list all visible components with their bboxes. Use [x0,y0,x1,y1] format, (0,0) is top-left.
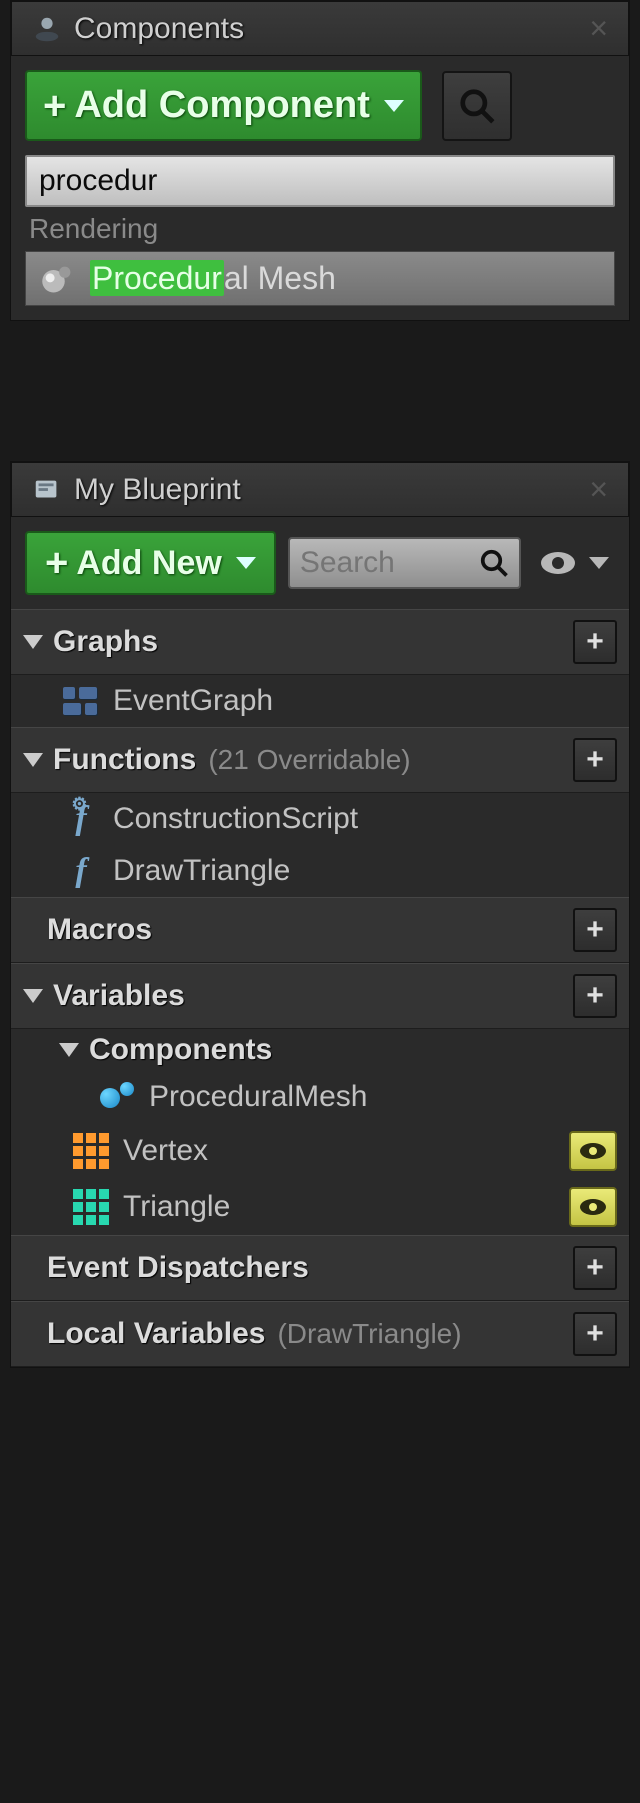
item-vertex-label: Vertex [123,1134,208,1168]
myblueprint-search[interactable] [288,537,521,589]
components-tab[interactable]: Components × [11,1,629,56]
myblueprint-tab-bar: My Blueprint × [11,462,629,517]
add-new-label: Add New [76,544,221,583]
array-icon [73,1189,109,1225]
section-variables-title: Variables [53,979,185,1013]
expand-icon [23,989,43,1003]
section-local-variables-title: Local Variables [47,1317,265,1351]
item-triangle-label: Triangle [123,1190,230,1224]
components-tab-title: Components [74,12,244,46]
item-proceduralmesh[interactable]: ProceduralMesh [11,1071,629,1123]
category-rendering: Rendering [25,207,615,251]
myblueprint-panel: My Blueprint × + Add New Graphs + [10,461,630,1368]
blueprint-icon [32,475,62,505]
view-options-button[interactable] [533,550,615,576]
myblueprint-toolbar: + Add New [11,517,629,609]
components-search-button[interactable] [442,71,512,141]
section-graphs-title: Graphs [53,625,158,659]
section-macros[interactable]: Macros + [11,897,629,963]
chevron-down-icon [384,100,404,112]
add-new-button[interactable]: + Add New [25,531,276,595]
section-macros-title: Macros [47,913,152,947]
expand-icon [23,753,43,767]
visibility-toggle-triangle[interactable] [569,1187,617,1227]
section-components-vars-title: Components [89,1033,272,1067]
add-event-dispatcher-button[interactable]: + [573,1246,617,1290]
section-components-vars[interactable]: Components [11,1029,629,1071]
item-vertex[interactable]: Vertex [11,1123,629,1179]
section-local-variables[interactable]: Local Variables (DrawTriangle) + [11,1301,629,1367]
eye-icon [578,1141,608,1161]
add-macro-button[interactable]: + [573,908,617,952]
item-constructionscript[interactable]: f ConstructionScript [11,793,629,845]
chevron-down-icon [589,557,609,569]
constructionscript-icon: f [63,801,99,837]
result-procedural-mesh[interactable]: Procedural Mesh [25,251,615,306]
add-local-variable-button[interactable]: + [573,1312,617,1356]
section-event-dispatchers[interactable]: Event Dispatchers + [11,1235,629,1301]
expand-icon [23,635,43,649]
eye-icon [539,550,577,576]
components-icon [32,14,62,44]
components-panel: Components × + Add Component Rendering [10,0,630,321]
close-icon[interactable]: × [589,471,608,508]
myblueprint-tab-title: My Blueprint [74,473,241,507]
item-triangle[interactable]: Triangle [11,1179,629,1235]
add-variable-button[interactable]: + [573,974,617,1018]
component-search-input[interactable] [25,155,615,207]
array-icon [73,1133,109,1169]
chevron-down-icon [236,557,256,569]
proceduralmesh-icon [99,1079,135,1115]
section-functions-subtitle: (21 Overridable) [208,744,410,776]
myblueprint-tab[interactable]: My Blueprint × [11,462,629,517]
item-eventgraph[interactable]: EventGraph [11,675,629,727]
close-icon[interactable]: × [589,10,608,47]
eye-icon [578,1197,608,1217]
section-variables[interactable]: Variables + [11,963,629,1029]
result-label: Procedural Mesh [90,260,336,297]
mesh-icon [40,261,76,297]
function-icon: f [63,853,99,889]
section-event-dispatchers-title: Event Dispatchers [47,1251,309,1285]
components-tab-bar: Components × [11,1,629,56]
section-functions[interactable]: Functions (21 Overridable) + [11,727,629,793]
search-icon [479,548,509,578]
add-component-button[interactable]: + Add Component [25,70,422,141]
search-icon [458,87,496,125]
section-graphs[interactable]: Graphs + [11,609,629,675]
section-local-variables-subtitle: (DrawTriangle) [277,1318,461,1350]
result-match: Procedur [90,260,224,296]
visibility-toggle-vertex[interactable] [569,1131,617,1171]
add-component-label: Add Component [74,84,370,127]
add-function-button[interactable]: + [573,738,617,782]
item-drawtriangle[interactable]: f DrawTriangle [11,845,629,897]
plus-icon: + [43,86,66,126]
expand-icon [59,1043,79,1057]
item-constructionscript-label: ConstructionScript [113,802,358,836]
eventgraph-icon [63,683,99,719]
item-eventgraph-label: EventGraph [113,684,273,718]
result-rest: al Mesh [224,260,336,296]
item-drawtriangle-label: DrawTriangle [113,854,290,888]
myblueprint-search-input[interactable] [300,546,479,580]
section-functions-title: Functions [53,743,196,777]
components-body: + Add Component Rendering [11,56,629,320]
add-graph-button[interactable]: + [573,620,617,664]
plus-icon: + [45,543,68,583]
item-proceduralmesh-label: ProceduralMesh [149,1080,367,1114]
